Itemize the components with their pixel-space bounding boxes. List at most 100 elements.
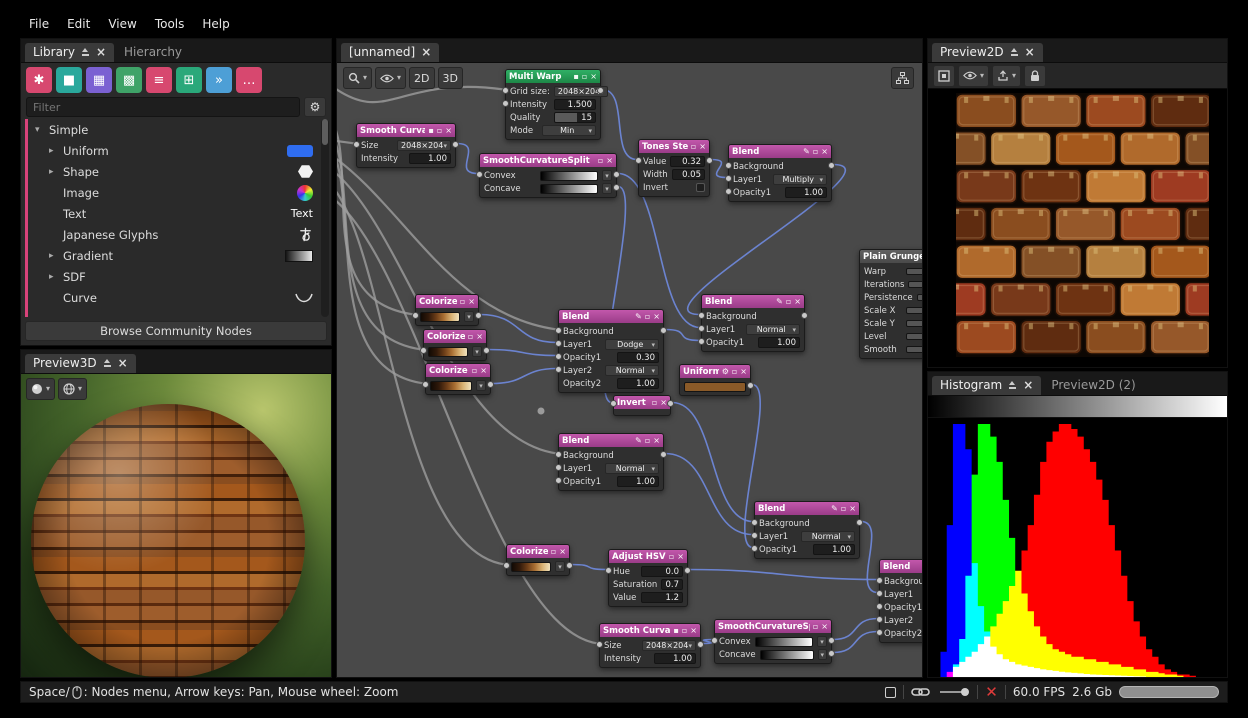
output-port[interactable] [856,519,863,526]
chevron-down-icon[interactable]: ▾ [602,170,612,181]
output-port[interactable] [475,312,482,319]
brush-icon[interactable]: ✎ [803,147,810,156]
close-icon[interactable]: × [660,398,667,407]
input-port[interactable] [596,641,603,648]
input-port[interactable] [698,312,705,319]
node-header[interactable]: Blend ✎▫× [729,145,831,158]
close-icon[interactable]: × [821,147,828,156]
param-value-box[interactable]: 1.00 [758,337,800,348]
param-dropdown[interactable]: Multiply ▾ [773,174,827,185]
tree-item-text[interactable]: Text Text [25,203,319,224]
input-port[interactable] [502,100,509,107]
node-header[interactable]: Colorize ▫ × [416,295,478,308]
close-icon[interactable]: × [118,357,128,369]
close-icon[interactable]: × [421,46,431,58]
node-header[interactable]: Blend ✎▫× [755,502,859,515]
param-value-box[interactable]: 0.0 [641,566,683,577]
node-header[interactable]: Blend ✎▫× [702,295,804,308]
input-port[interactable] [555,327,562,334]
close-icon[interactable]: × [468,297,475,306]
color-swatch[interactable] [684,381,746,392]
float-icon[interactable] [1008,380,1017,390]
close-icon[interactable]: × [849,504,856,513]
tab-preview2d-2[interactable]: Preview2D (2) [1043,376,1143,395]
mini-slider[interactable] [906,268,922,275]
param-value-box[interactable]: 0.05 [671,169,705,180]
zoom-button[interactable]: ▾ [343,67,373,89]
float-icon[interactable] [81,47,90,57]
more-icon[interactable]: … [236,67,262,93]
brush-icon[interactable]: ✎ [831,504,838,513]
param-dropdown[interactable]: Normal ▾ [605,463,659,474]
node-header[interactable]: Blend ✎▫× [559,434,663,447]
input-port[interactable] [476,171,483,178]
output-port[interactable] [613,171,620,178]
close-icon[interactable]: × [690,626,697,635]
chevron-down-icon[interactable]: ▾ [476,380,486,391]
input-port[interactable] [751,519,758,526]
tab-unnamed-graph[interactable]: [unnamed] × [341,43,440,62]
screen-icon[interactable]: ▫ [732,367,737,376]
screen-icon[interactable]: ▫ [652,398,657,407]
mini-slider[interactable] [906,307,922,314]
material-preview-sphere[interactable] [31,404,305,677]
node-multi-warp[interactable]: Multi Warp ▪ ▫× Grid size: 2048×2048 ▾ Intensi… [502,69,608,140]
hierarchy-button[interactable] [891,67,914,89]
filter-icon[interactable]: ≡ [146,67,172,93]
chevron-down-icon[interactable]: ▾ [817,649,827,660]
preview-3d-button[interactable]: 3D [437,67,463,89]
close-icon[interactable]: × [445,126,452,135]
chevron-down-icon[interactable]: ▾ [472,346,482,357]
mini-slider[interactable] [906,320,922,327]
param-value-box[interactable]: 1.2 [641,592,683,603]
node-blend-1[interactable]: Blend ✎ ▫ × Background Layer1 Multiply ▾ Opacity… [725,144,835,202]
screen-icon[interactable]: ▫ [813,147,818,156]
gradient-bar[interactable] [420,311,460,322]
node-uniform[interactable]: Uniform ⚙ ▫ × [679,364,754,396]
output-port[interactable] [452,141,459,148]
tree-item-simple[interactable]: ▾ Simple [25,119,319,140]
tree-item-gradient[interactable]: ▸ Gradient [25,245,319,266]
chevron-down-icon[interactable]: ▾ [602,183,612,194]
node-header[interactable]: Adjust HSV ▫ × [609,550,687,563]
model-select-button[interactable]: ▾ [26,378,56,400]
screen-icon[interactable]: ▫ [468,332,473,341]
close-icon[interactable]: × [1023,379,1033,391]
node-colorize-3[interactable]: Colorize ▫ × ▾ [422,363,494,395]
node-tones-step[interactable]: Tones Step▫×Value0.32Width0.05Invert [635,139,713,197]
gradient-bar[interactable] [759,649,814,660]
geometry-icon[interactable]: ■ [56,67,82,93]
node-blend-2[interactable]: Blend ✎ ▫ × Background Layer1 Dodge ▾ Opacity1 0.… [555,309,667,393]
input-port[interactable] [555,353,562,360]
tab-hierarchy[interactable]: Hierarchy [116,43,190,62]
gradient-bar[interactable] [430,380,472,391]
param-dropdown[interactable]: Normal ▾ [605,365,659,376]
mini-slider[interactable] [916,294,922,301]
gradient-bar[interactable] [511,561,551,572]
input-port[interactable] [725,175,732,182]
screen-icon[interactable]: ▫ [551,547,556,556]
noise-icon[interactable]: ▩ [116,67,142,93]
node-smooth-curvature-1[interactable]: Smooth Curvature▪ ▫× Size 2048×2048▾ Intensi… [353,123,459,168]
tree-item-image[interactable]: Image [25,182,319,203]
chevron-down-icon[interactable]: ▾ [464,311,474,322]
gear-icon[interactable]: ⚙ [722,367,729,376]
output-port[interactable] [566,562,573,569]
pattern-icon[interactable]: ▦ [86,67,112,93]
output-port[interactable] [597,87,604,94]
node-colorize-2[interactable]: Colorize ▫ × ▾ [420,329,490,361]
close-icon[interactable]: × [740,367,747,376]
input-port[interactable] [725,188,732,195]
close-icon[interactable]: × [699,142,706,151]
input-port[interactable] [698,325,705,332]
link-icon[interactable]: ▪ [573,72,578,81]
close-icon[interactable]: × [476,332,483,341]
preview-2d-button[interactable]: 2D [409,67,435,89]
node-blend-3[interactable]: Blend ✎ ▫ × Background Layer1 Normal ▾ Opacity1 1… [698,294,808,352]
blend-slider[interactable] [940,687,970,697]
input-port[interactable] [502,87,509,94]
tree-item-sdf[interactable]: ▸ SDF [25,266,319,287]
input-port[interactable] [751,545,758,552]
input-port[interactable] [412,312,419,319]
environment-select-button[interactable]: ▾ [58,378,88,400]
